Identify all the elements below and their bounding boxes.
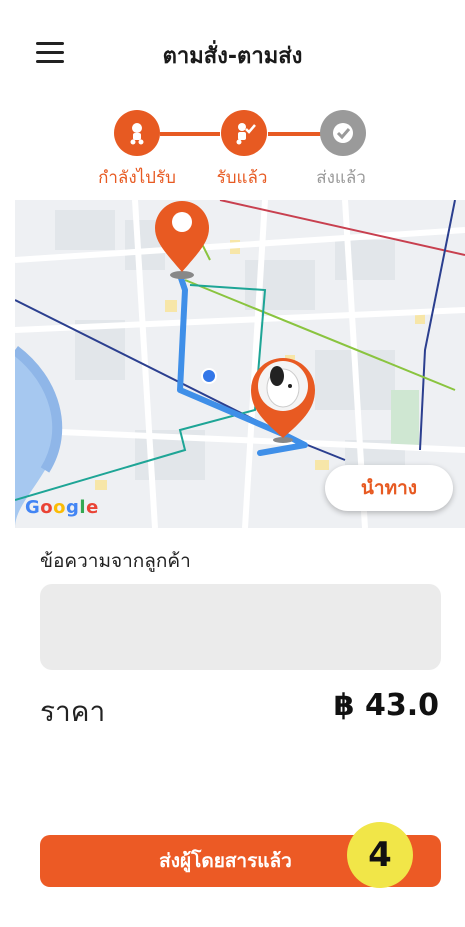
price-label: ราคา <box>40 695 106 728</box>
step-picked-up <box>221 110 267 156</box>
navigate-button[interactable]: นำทาง <box>325 465 453 511</box>
rider-check-icon <box>236 123 256 145</box>
progress-line-2 <box>268 132 323 136</box>
order-progress-stepper: กำลังไปรับ รับแล้ว ส่งแล้ว <box>0 110 465 190</box>
customer-message-label: ข้อความจากลูกค้า <box>40 550 191 572</box>
step-number-badge: 4 <box>347 822 413 888</box>
customer-message-box <box>40 584 441 670</box>
page-title: ตามสั่ง-ตามส่ง <box>162 44 303 69</box>
google-logo: Google <box>25 497 99 518</box>
app-header: ตามสั่ง-ตามส่ง <box>0 0 465 100</box>
check-circle-icon <box>333 123 353 143</box>
step-label-delivered: ส่งแล้ว <box>316 168 366 188</box>
step-delivered <box>320 110 366 156</box>
step-label-picking-up: กำลังไปรับ <box>98 168 176 188</box>
scooter-icon <box>130 123 144 145</box>
passenger-delivered-label: ส่งผู้โดยสารแล้ว <box>159 850 292 872</box>
progress-line-1 <box>160 132 220 136</box>
step-picking-up <box>114 110 160 156</box>
price-value: ฿ 43.0 <box>333 688 439 723</box>
